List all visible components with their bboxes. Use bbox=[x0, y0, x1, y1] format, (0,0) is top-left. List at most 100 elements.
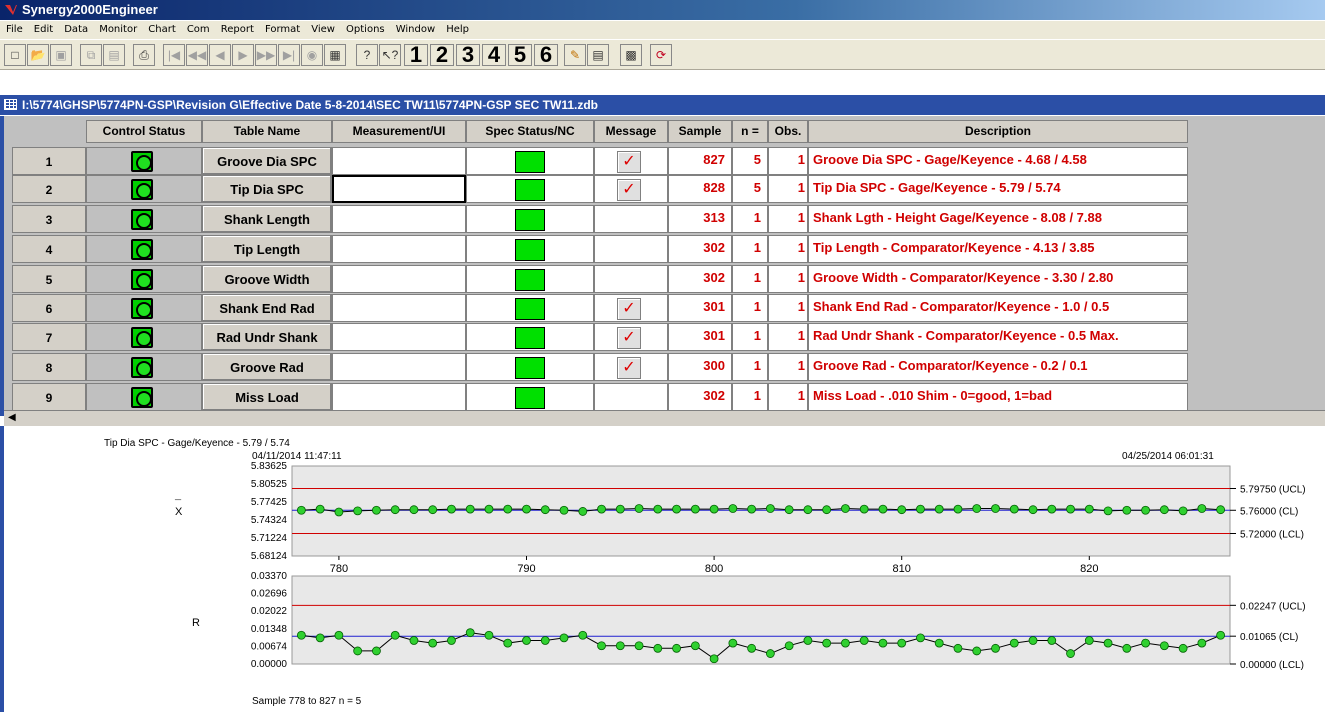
checkmark-icon[interactable]: ✓ bbox=[617, 151, 641, 173]
control-status-button[interactable] bbox=[131, 179, 153, 200]
context-help-icon[interactable]: ↖? bbox=[379, 44, 401, 66]
control-status-button[interactable] bbox=[131, 327, 153, 348]
menu-data[interactable]: Data bbox=[60, 21, 92, 39]
calculator-grid-icon[interactable]: ▦ bbox=[324, 44, 346, 66]
view-5-button[interactable]: 5 bbox=[508, 42, 532, 67]
measurement-input[interactable] bbox=[332, 383, 466, 411]
calculator-icon[interactable]: ▩ bbox=[620, 44, 642, 66]
header-spec-status[interactable]: Spec Status/NC bbox=[466, 120, 594, 143]
header-measurement[interactable]: Measurement/UI bbox=[332, 120, 466, 143]
table-name-button[interactable]: Shank End Rad bbox=[202, 294, 332, 322]
next-page-icon[interactable]: ▶▶ bbox=[255, 44, 277, 66]
measurement-input[interactable] bbox=[332, 147, 466, 175]
view-3-button[interactable]: 3 bbox=[456, 42, 480, 67]
spec-status-indicator[interactable] bbox=[515, 209, 545, 231]
spec-status-indicator[interactable] bbox=[515, 357, 545, 379]
spec-status-indicator[interactable] bbox=[515, 151, 545, 173]
table-name-button[interactable]: Shank Length bbox=[202, 205, 332, 233]
menu-view[interactable]: View bbox=[307, 21, 339, 39]
menu-monitor[interactable]: Monitor bbox=[95, 21, 141, 39]
spc-chart-svg: 5.83625 5.80525 5.77425 5.74324 5.71224 5.681… bbox=[251, 461, 1306, 671]
prev-record-icon[interactable]: ◀ bbox=[209, 44, 231, 66]
xbar-data-point bbox=[690, 504, 700, 514]
r-y-tick-label: 0.03370 bbox=[251, 571, 288, 582]
view-2-button[interactable]: 2 bbox=[430, 42, 454, 67]
header-sample[interactable]: Sample bbox=[668, 120, 732, 143]
save-icon[interactable]: ▣ bbox=[50, 44, 72, 66]
measurement-input[interactable] bbox=[332, 323, 466, 351]
print-icon[interactable]: ⎙ bbox=[133, 44, 155, 66]
control-status-button[interactable] bbox=[131, 357, 153, 378]
edit-pencil-icon[interactable]: ✎ bbox=[564, 44, 586, 66]
table-name-button[interactable]: Rad Undr Shank bbox=[202, 323, 332, 351]
next-record-icon[interactable]: ▶ bbox=[232, 44, 254, 66]
measurement-input[interactable] bbox=[332, 175, 466, 203]
menu-help[interactable]: Help bbox=[442, 21, 473, 39]
r-data-point bbox=[1028, 636, 1038, 645]
n-cell: 1 bbox=[732, 235, 768, 263]
copy-icon[interactable]: ⧉ bbox=[80, 44, 102, 66]
control-status-button[interactable] bbox=[131, 387, 153, 408]
paste-icon[interactable]: ▤ bbox=[103, 44, 125, 66]
find-icon[interactable]: ◉ bbox=[301, 44, 323, 66]
table-name-button[interactable]: Groove Dia SPC bbox=[202, 147, 332, 175]
new-file-icon[interactable]: □ bbox=[4, 44, 26, 66]
table-name-button[interactable]: Tip Dia SPC bbox=[202, 175, 332, 203]
measurement-input[interactable] bbox=[332, 235, 466, 263]
measurement-input[interactable] bbox=[332, 265, 466, 293]
help-icon[interactable]: ? bbox=[356, 44, 378, 66]
prev-page-icon[interactable]: ◀◀ bbox=[186, 44, 208, 66]
measurement-input[interactable] bbox=[332, 353, 466, 381]
header-n[interactable]: n = bbox=[732, 120, 768, 143]
control-status-button[interactable] bbox=[131, 151, 153, 172]
view-6-button[interactable]: 6 bbox=[534, 42, 558, 67]
control-status-button[interactable] bbox=[131, 298, 153, 319]
header-control-status[interactable]: Control Status bbox=[86, 120, 202, 143]
menu-com[interactable]: Com bbox=[183, 21, 214, 39]
r-data-point bbox=[615, 641, 625, 651]
menu-edit[interactable]: Edit bbox=[30, 21, 57, 39]
table-name-button[interactable]: Groove Rad bbox=[202, 353, 332, 381]
last-record-icon[interactable]: ▶| bbox=[278, 44, 300, 66]
report-icon[interactable]: ▤ bbox=[587, 44, 609, 66]
view-4-button[interactable]: 4 bbox=[482, 42, 506, 67]
menu-format[interactable]: Format bbox=[261, 21, 304, 39]
menu-report[interactable]: Report bbox=[217, 21, 258, 39]
spec-status-indicator[interactable] bbox=[515, 387, 545, 409]
control-status-button[interactable] bbox=[131, 209, 153, 230]
header-table-name[interactable]: Table Name bbox=[202, 120, 332, 143]
scroll-left-icon[interactable]: ◀ bbox=[8, 412, 16, 423]
checkmark-icon[interactable]: ✓ bbox=[617, 327, 641, 349]
refresh-icon[interactable]: ⟳ bbox=[650, 44, 672, 66]
menu-chart[interactable]: Chart bbox=[144, 21, 179, 39]
menu-file[interactable]: File bbox=[0, 21, 27, 39]
description-cell: Shank End Rad - Comparator/Keyence - 1.0… bbox=[808, 294, 1188, 322]
menu-options[interactable]: Options bbox=[342, 21, 389, 39]
spec-status-indicator[interactable] bbox=[515, 239, 545, 261]
measurement-input[interactable] bbox=[332, 205, 466, 233]
spec-status-indicator[interactable] bbox=[515, 327, 545, 349]
xbar-data-point bbox=[334, 507, 344, 517]
checkmark-icon[interactable]: ✓ bbox=[617, 179, 641, 201]
open-folder-icon[interactable]: 📂 bbox=[27, 44, 49, 66]
xbar-y-tick-label: 5.77425 bbox=[251, 497, 288, 508]
table-name-button[interactable]: Miss Load bbox=[202, 383, 332, 411]
measurement-input[interactable] bbox=[332, 294, 466, 322]
view-1-button[interactable]: 1 bbox=[404, 42, 428, 67]
control-status-button[interactable] bbox=[131, 239, 153, 260]
horizontal-scrollbar[interactable]: ◀ bbox=[4, 410, 1325, 426]
header-obs[interactable]: Obs. bbox=[768, 120, 808, 143]
menu-window[interactable]: Window bbox=[392, 21, 439, 39]
table-name-button[interactable]: Tip Length bbox=[202, 235, 332, 263]
control-status-button[interactable] bbox=[131, 269, 153, 290]
header-message[interactable]: Message bbox=[594, 120, 668, 143]
checkmark-icon[interactable]: ✓ bbox=[617, 298, 641, 320]
table-name-button[interactable]: Groove Width bbox=[202, 265, 332, 293]
spec-status-indicator[interactable] bbox=[515, 179, 545, 201]
header-description[interactable]: Description bbox=[808, 120, 1188, 143]
spec-status-indicator[interactable] bbox=[515, 269, 545, 291]
checkmark-icon[interactable]: ✓ bbox=[617, 357, 641, 379]
first-record-icon[interactable]: |◀ bbox=[163, 44, 185, 66]
spec-status-indicator[interactable] bbox=[515, 298, 545, 320]
r-data-point bbox=[765, 649, 775, 658]
